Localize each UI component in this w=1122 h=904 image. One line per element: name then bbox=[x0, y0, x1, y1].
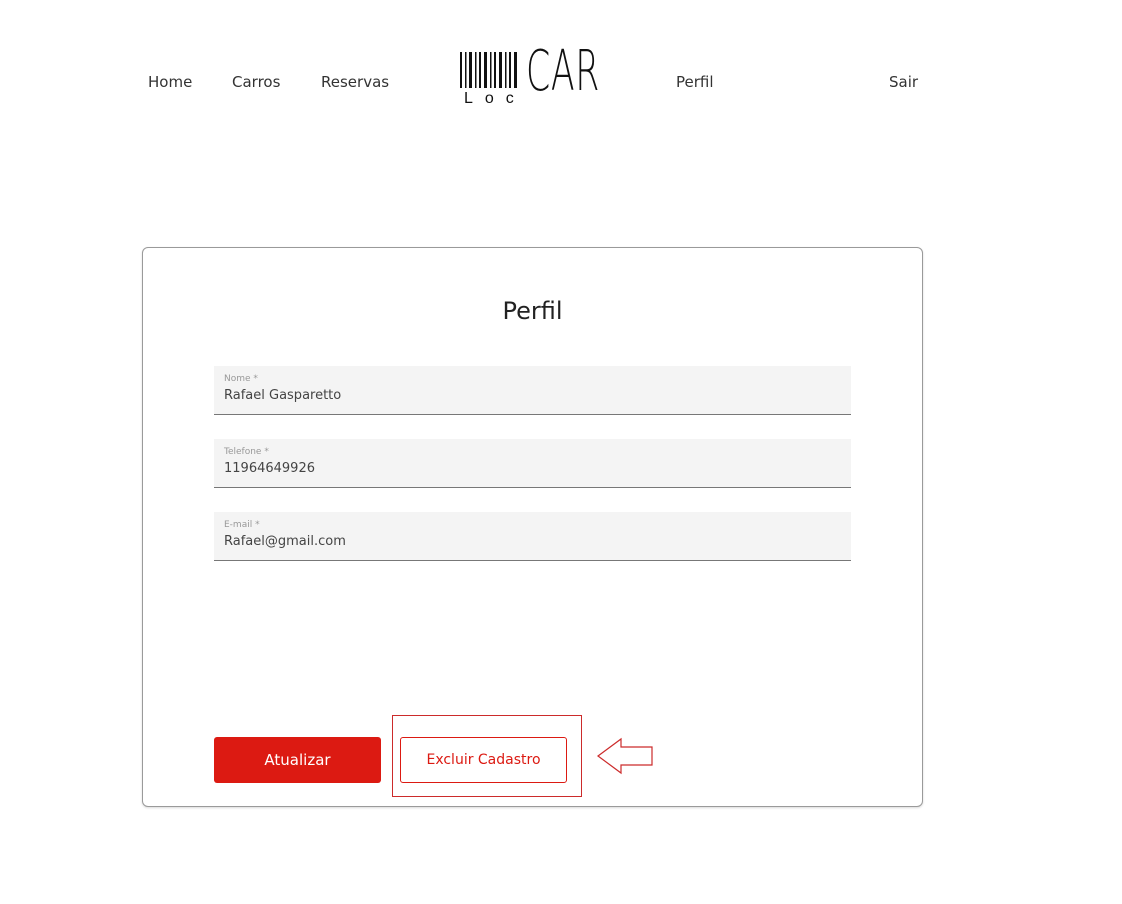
logo-text-car: CAR bbox=[526, 39, 600, 104]
nome-label: Nome * bbox=[224, 374, 258, 384]
email-label: E-mail * bbox=[224, 520, 260, 530]
nav-sair[interactable]: Sair bbox=[889, 73, 918, 91]
nome-input[interactable] bbox=[224, 388, 834, 403]
nome-field[interactable]: Nome * bbox=[214, 366, 851, 415]
telefone-field[interactable]: Telefone * bbox=[214, 439, 851, 488]
email-field[interactable]: E-mail * bbox=[214, 512, 851, 561]
nav-home[interactable]: Home bbox=[148, 73, 192, 91]
nav-perfil[interactable]: Perfil bbox=[676, 73, 714, 91]
nav-reservas[interactable]: Reservas bbox=[321, 73, 389, 91]
update-button[interactable]: Atualizar bbox=[214, 737, 381, 783]
email-input[interactable] bbox=[224, 534, 834, 549]
nav-cars[interactable]: Carros bbox=[232, 73, 280, 91]
delete-account-button[interactable]: Excluir Cadastro bbox=[400, 737, 567, 783]
left-arrow-icon bbox=[596, 737, 653, 775]
logo-text-loc: Loc bbox=[464, 90, 526, 107]
barcode-icon bbox=[460, 52, 517, 88]
profile-card: Perfil Nome * Telefone * E-mail * Atuali… bbox=[142, 247, 923, 807]
page-title: Perfil bbox=[502, 297, 563, 325]
telefone-label: Telefone * bbox=[224, 447, 269, 457]
site-logo[interactable]: Loc CAR bbox=[456, 44, 599, 114]
telefone-input[interactable] bbox=[224, 461, 834, 476]
